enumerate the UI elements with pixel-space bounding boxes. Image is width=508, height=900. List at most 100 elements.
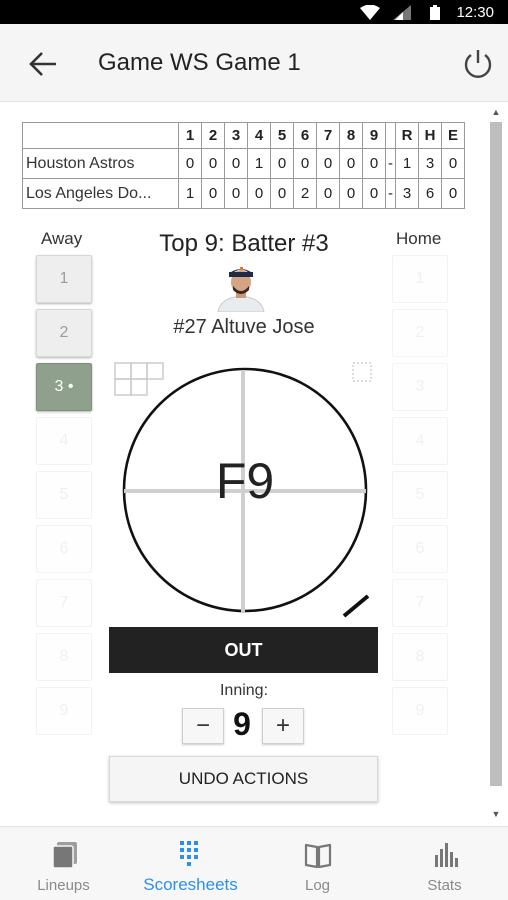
inning-header: 1 xyxy=(178,122,202,149)
inning-score: 0 xyxy=(270,178,294,209)
battery-icon xyxy=(430,5,440,20)
home-batter-6-button[interactable]: 6 xyxy=(392,525,448,573)
scoresheets-icon xyxy=(180,841,198,866)
inning-decrement-button[interactable]: − xyxy=(182,708,224,744)
inning-score: 2 xyxy=(293,178,317,209)
away-batter-7-button[interactable]: 7 xyxy=(36,579,92,627)
inning-header: 3 xyxy=(224,122,248,149)
away-batter-8-button[interactable]: 8 xyxy=(36,633,92,681)
home-batter-3-button[interactable]: 3 xyxy=(392,363,448,411)
inning-score: 0 xyxy=(362,178,386,209)
nav-lineups[interactable]: Lineups xyxy=(0,827,127,900)
away-batter-5-button[interactable]: 5 xyxy=(36,471,92,519)
nav-label: Scoresheets xyxy=(143,875,238,894)
dotted-box-icon[interactable] xyxy=(352,362,372,382)
batter-title: Top 9: Batter #3 xyxy=(159,230,329,257)
away-batter-1-button[interactable]: 1 xyxy=(36,255,92,303)
status-bar: 12:30 xyxy=(0,0,508,24)
home-batter-9-button[interactable]: 9 xyxy=(392,687,448,735)
linescore-row-away: Houston Astros 0 0 0 1 0 0 0 0 0 - 1 3 0 xyxy=(22,148,465,179)
nav-stats[interactable]: Stats xyxy=(381,827,508,900)
inning-score: 0 xyxy=(316,148,340,179)
scrollbar-thumb[interactable] xyxy=(490,122,502,786)
scroll-down-icon[interactable]: ▼ xyxy=(487,808,505,820)
inning-score: 0 xyxy=(247,178,271,209)
away-batter-2-button[interactable]: 2 xyxy=(36,309,92,357)
inning-score: 0 xyxy=(178,148,202,179)
play-result: F9 xyxy=(215,453,275,509)
separator: - xyxy=(385,178,396,209)
team-name: Los Angeles Do... xyxy=(22,178,179,209)
inning-score: 1 xyxy=(247,148,271,179)
home-batter-5-button[interactable]: 5 xyxy=(392,471,448,519)
signal-icon xyxy=(393,5,411,20)
undo-actions-button[interactable]: UNDO ACTIONS xyxy=(109,756,378,802)
page-title: Game WS Game 1 xyxy=(98,49,301,76)
home-batter-8-button[interactable]: 8 xyxy=(392,633,448,681)
log-icon xyxy=(304,843,332,869)
separator-header xyxy=(385,122,396,149)
errors-header: E xyxy=(441,122,465,149)
inning-label: Inning: xyxy=(219,682,269,699)
runs-header: R xyxy=(395,122,419,149)
away-batter-4-button[interactable]: 4 xyxy=(36,417,92,465)
inning-header: 5 xyxy=(270,122,294,149)
pencil-stroke xyxy=(342,594,370,618)
inning-header: 7 xyxy=(316,122,340,149)
hits-total: 6 xyxy=(418,178,442,209)
lineups-icon xyxy=(52,842,77,869)
scrollbar[interactable]: ▲ ▼ xyxy=(487,104,505,824)
home-batter-2-button[interactable]: 2 xyxy=(392,309,448,357)
linescore-row-home: Los Angeles Do... 1 0 0 0 0 2 0 0 0 - 3 … xyxy=(22,178,465,209)
inning-header: 6 xyxy=(293,122,317,149)
clock: 12:30 xyxy=(456,4,494,21)
hits-total: 3 xyxy=(418,148,442,179)
bottom-navigation: Lineups Scoresheets Log Stats xyxy=(0,826,508,900)
errors-total: 0 xyxy=(441,148,465,179)
inning-header: 4 xyxy=(247,122,271,149)
home-batter-1-button[interactable]: 1 xyxy=(392,255,448,303)
nav-scoresheets[interactable]: Scoresheets xyxy=(127,827,254,900)
home-batter-7-button[interactable]: 7 xyxy=(392,579,448,627)
away-batter-3-button[interactable]: 3 • xyxy=(36,363,92,411)
header-blank xyxy=(22,122,179,149)
inning-score: 0 xyxy=(339,148,363,179)
away-label: Away xyxy=(41,229,83,248)
wifi-icon xyxy=(360,5,380,20)
inning-header: 8 xyxy=(339,122,363,149)
player-avatar xyxy=(217,267,265,312)
power-icon[interactable] xyxy=(460,46,496,82)
inning-score: 0 xyxy=(201,178,225,209)
nav-label: Log xyxy=(304,877,331,894)
base-runner-grid-icon[interactable] xyxy=(114,362,164,396)
nav-label: Lineups xyxy=(37,877,90,894)
inning-score: 0 xyxy=(362,148,386,179)
out-button[interactable]: OUT xyxy=(109,627,378,673)
linescore-header-row: 1 2 3 4 5 6 7 8 9 R H E xyxy=(22,122,465,149)
inning-score: 0 xyxy=(201,148,225,179)
away-batter-9-button[interactable]: 9 xyxy=(36,687,92,735)
runs-total: 3 xyxy=(395,178,419,209)
home-batter-4-button[interactable]: 4 xyxy=(392,417,448,465)
inning-header: 9 xyxy=(362,122,386,149)
scroll-up-icon[interactable]: ▲ xyxy=(487,106,505,118)
inning-score: 0 xyxy=(224,148,248,179)
errors-total: 0 xyxy=(441,178,465,209)
stats-icon xyxy=(435,843,458,867)
linescore-table: 1 2 3 4 5 6 7 8 9 R H E Houston Astros 0… xyxy=(22,122,465,209)
inning-score: 0 xyxy=(293,148,317,179)
separator: - xyxy=(385,148,396,179)
back-arrow-icon[interactable] xyxy=(26,48,60,80)
inning-score: 0 xyxy=(270,148,294,179)
runs-total: 1 xyxy=(395,148,419,179)
nav-label: Stats xyxy=(427,877,462,894)
away-batter-6-button[interactable]: 6 xyxy=(36,525,92,573)
nav-log[interactable]: Log xyxy=(254,827,381,900)
team-name: Houston Astros xyxy=(22,148,179,179)
inning-score: 0 xyxy=(316,178,340,209)
inning-value: 9 xyxy=(233,706,251,742)
batter-name: #27 Altuve Jose xyxy=(173,316,315,338)
inning-header: 2 xyxy=(201,122,225,149)
hits-header: H xyxy=(418,122,442,149)
inning-increment-button[interactable]: + xyxy=(262,708,304,744)
